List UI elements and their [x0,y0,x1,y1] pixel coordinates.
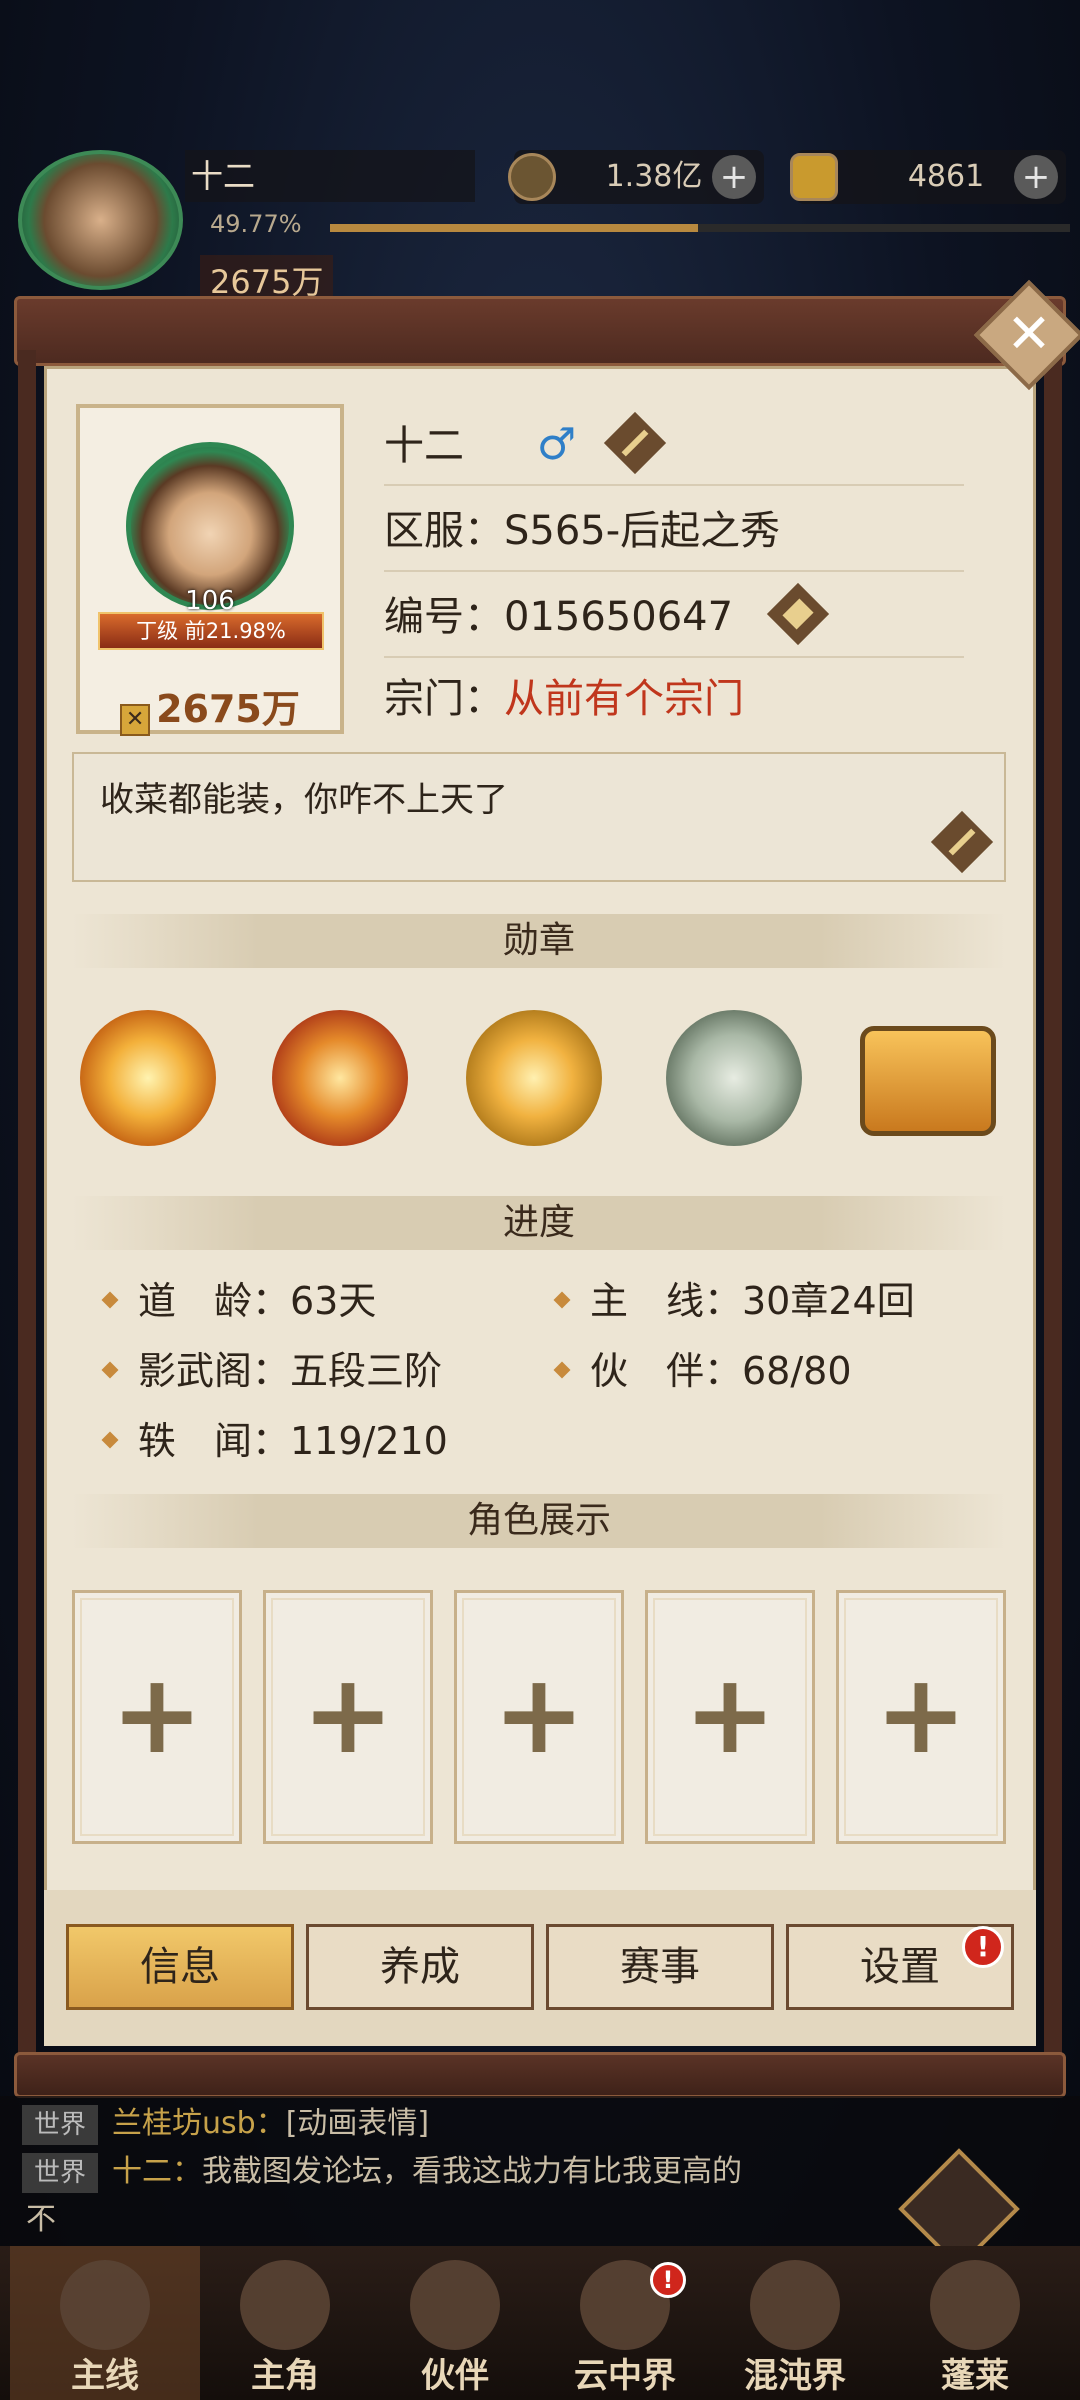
coins-value: 1.38亿 [605,159,703,194]
gold-ingot-icon [790,153,838,201]
edit-signature-icon[interactable] [930,810,994,874]
add-icon: + [492,1650,586,1778]
nav-cloud[interactable]: 云中界 [530,2246,720,2400]
nav-chaos-label: 混沌界 [744,2356,846,2396]
id-row: 编号：015650647 [384,576,964,658]
player-avatar[interactable] [18,150,183,290]
server-value: S565-后起之秀 [504,508,781,554]
progress-main-line: 主 线：30章24回 [556,1270,915,1325]
exp-percent: 49.77% [210,210,302,238]
chat-sender[interactable]: 兰桂坊usb： [112,2106,286,2141]
sect-label: 宗门： [384,676,504,722]
edit-name-icon[interactable] [603,411,667,475]
profile-name: 十二 [384,423,464,469]
nav-main-label: 主线 [71,2356,139,2396]
player-name: 十二 [185,150,475,202]
nav-penglai[interactable]: 蓬莱 [880,2246,1070,2400]
penglai-icon [930,2260,1020,2350]
nav-hero[interactable]: 主角 [190,2246,380,2400]
server-label: 区服： [384,508,504,554]
nav-partner[interactable]: 伙伴 [360,2246,550,2400]
progress-ying-wu-ge: 影武阁：五段三阶 [104,1340,442,1395]
profile-portrait[interactable]: 106 丁级 前21.98% ✕ 2675万 [76,404,344,736]
dialog-frame-bottom [14,2052,1066,2098]
progress-header: 进度 [72,1196,1006,1250]
gold-value: 4861 [907,159,985,194]
nav-cloud-label: 云中界 [574,2356,676,2396]
nav-chaos[interactable]: 混沌界 [700,2246,890,2400]
medals-header: 勋章 [72,914,1006,968]
showcase-slot-5[interactable]: + [836,1590,1006,1844]
portrait-avatar [126,442,294,610]
exp-bar-fill [330,224,699,232]
nav-main[interactable]: 主线 [10,2246,200,2400]
add-icon: + [874,1650,968,1778]
tab-cultivate[interactable]: 养成 [306,1924,534,2010]
nav-partner-label: 伙伴 [421,2356,489,2396]
tab-events[interactable]: 赛事 [546,1924,774,2010]
medal-2-icon[interactable] [272,1010,408,1146]
showcase-slot-1[interactable]: + [72,1590,242,1844]
male-gender-icon: ♂ [536,419,577,470]
progress-anecdote: 轶 闻：119/210 [104,1410,448,1465]
chat-message: 我截图发论坛，看我这战力有比我更高的 [202,2154,742,2189]
chat-message: 不 [26,2202,56,2237]
add-gold-button[interactable]: + [1014,155,1058,199]
showcase-slot-4[interactable]: + [645,1590,815,1844]
dialog-frame-top [14,296,1066,366]
medal-1-icon[interactable] [80,1010,216,1146]
sect-row: 宗门：从前有个宗门 [384,658,964,740]
showcase-slot-2[interactable]: + [263,1590,433,1844]
chat-line-2: 世界 十二：我截图发论坛，看我这战力有比我更高的 [22,2146,742,2193]
close-icon: ✕ [1006,302,1052,365]
sect-value[interactable]: 从前有个宗门 [504,676,744,722]
nav-penglai-label: 蓬莱 [941,2356,1009,2396]
medal-4-icon[interactable] [666,1010,802,1146]
portrait-power-value: 2675万 [156,687,300,731]
add-coins-button[interactable]: + [712,155,756,199]
partner-icon [410,2260,500,2350]
coin-icon [508,153,556,201]
nav-cloud-badge: ! [650,2262,686,2298]
id-value: 015650647 [504,594,734,640]
name-row: 十二 ♂ [384,404,964,486]
coins-display: 1.38亿 + [508,150,764,204]
exp-bar [330,224,1070,232]
medal-3-icon[interactable] [466,1010,602,1146]
nav-hero-label: 主角 [251,2356,319,2396]
settings-alert-badge: ! [962,1926,1004,1968]
portrait-power: ✕ 2675万 [80,678,340,736]
copy-id-icon[interactable] [766,582,829,646]
progress-partner: 伙 伴：68/80 [556,1340,852,1395]
chat-message: [动画表情] [285,2106,430,2141]
gold-display: 4861 + [790,150,1066,204]
shield-icon: ✕ [120,704,151,736]
id-label: 编号： [384,594,504,640]
rank-banner: 丁级 前21.98% [98,612,324,650]
add-icon: + [683,1650,777,1778]
showcase-header: 角色展示 [72,1494,1006,1548]
chat-channel: 世界 [22,2153,98,2193]
signature-box: 收菜都能装，你咋不上天了 [72,752,1006,882]
add-icon: + [301,1650,395,1778]
chat-line-3: 不 [26,2194,56,2238]
tab-info[interactable]: 信息 [66,1924,294,2010]
showcase-slot-3[interactable]: + [454,1590,624,1844]
dialog-frame-right [1044,350,1062,2060]
medal-5-icon[interactable] [860,1026,996,1136]
chat-channel: 世界 [22,2105,98,2145]
dialog-frame-left [18,350,36,2060]
progress-dao-age: 道 龄：63天 [104,1270,376,1325]
add-icon: + [110,1650,204,1778]
signature-text: 收菜都能装，你咋不上天了 [100,780,508,820]
hero-icon [240,2260,330,2350]
chat-line-1: 世界 兰桂坊usb：[动画表情] [22,2098,429,2145]
swords-icon [60,2260,150,2350]
chaos-icon [750,2260,840,2350]
server-row: 区服：S565-后起之秀 [384,490,964,572]
chat-sender[interactable]: 十二： [112,2154,202,2189]
